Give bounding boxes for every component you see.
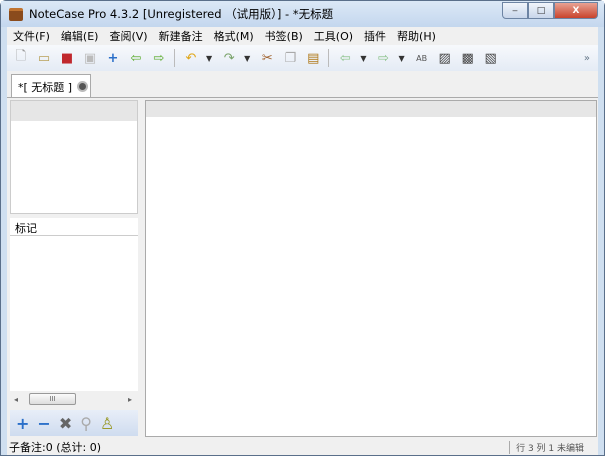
menu-tools[interactable]: 工具(O): [314, 28, 353, 44]
delete-tag-icon[interactable]: ✖: [59, 414, 72, 433]
remove-tag-icon[interactable]: −: [37, 414, 50, 433]
clean-icon[interactable]: ♙: [100, 414, 114, 433]
forward-dropdown-icon[interactable]: ▼: [398, 54, 404, 63]
arrow-right-icon[interactable]: ⇨: [151, 50, 167, 66]
scroll-right-icon[interactable]: ▸: [128, 395, 132, 404]
insert-picture-icon[interactable]: ▩: [460, 50, 476, 66]
minimize-button[interactable]: ‒: [502, 2, 528, 19]
window-title: NoteCase Pro 4.3.2 [Unregistered （试用版）] …: [29, 7, 334, 21]
open-folder-icon[interactable]: ▭: [36, 50, 52, 66]
menu-new-note[interactable]: 新建备注: [159, 28, 203, 44]
back-dropdown-icon[interactable]: ▼: [360, 54, 366, 63]
redo-icon[interactable]: ↷: [221, 50, 237, 66]
title-bar: NoteCase Pro 4.3.2 [Unregistered （试用版）] …: [1, 1, 604, 27]
forward-icon[interactable]: ⇨: [375, 50, 391, 66]
toolbar-separator: [328, 49, 330, 67]
menu-bookmarks[interactable]: 书签(B): [265, 28, 303, 44]
add-tag-icon[interactable]: +: [16, 414, 29, 433]
save-icon[interactable]: ■: [59, 50, 75, 66]
status-position: 行 3 列 1 未编辑: [509, 441, 584, 454]
attachments-icon[interactable]: ▧: [483, 50, 499, 66]
tab-close-icon[interactable]: [77, 81, 89, 92]
menu-edit[interactable]: 编辑(E): [61, 28, 99, 44]
note-editor[interactable]: [145, 100, 597, 437]
paste-icon[interactable]: ▤: [305, 50, 321, 66]
close-button[interactable]: X: [554, 2, 598, 19]
menu-format[interactable]: 格式(M): [214, 28, 254, 44]
tab-label: *[ 无标题 ]: [18, 80, 73, 94]
tags-label: 标记: [10, 218, 138, 236]
maximize-button[interactable]: □: [528, 2, 554, 19]
horizontal-scrollbar[interactable]: ◂ III ▸: [10, 391, 138, 407]
cut-icon[interactable]: ✂: [259, 50, 275, 66]
back-icon[interactable]: ⇦: [337, 50, 353, 66]
undo-dropdown-icon[interactable]: ▼: [206, 54, 212, 63]
add-node-icon[interactable]: +: [105, 50, 121, 66]
copy-icon[interactable]: ❐: [282, 50, 298, 66]
tab-untitled[interactable]: *[ 无标题 ]: [11, 74, 91, 98]
menu-bar: 文件(F) 编辑(E) 查阅(V) 新建备注 格式(M) 书签(B) 工具(O)…: [7, 27, 598, 45]
menu-plugins[interactable]: 插件: [364, 28, 386, 44]
left-pane: 标记 ◂ III ▸ + − ✖ ⚲ ♙: [10, 100, 138, 437]
toolbar-overflow-button[interactable]: »: [584, 53, 590, 64]
menu-view[interactable]: 查阅(V): [109, 28, 147, 44]
search-icon[interactable]: ⚲: [80, 414, 92, 433]
status-bar: 子备注:0 (总计: 0) 行 3 列 1 未编辑: [7, 437, 598, 455]
spellcheck-icon[interactable]: AB: [414, 50, 430, 66]
tag-list[interactable]: [10, 236, 138, 391]
redo-dropdown-icon[interactable]: ▼: [244, 54, 250, 63]
menu-file[interactable]: 文件(F): [13, 28, 50, 44]
status-text: 子备注:0 (总计: 0): [9, 441, 101, 454]
tag-toolbar: + − ✖ ⚲ ♙: [10, 410, 138, 436]
note-properties-icon[interactable]: ▨: [437, 50, 453, 66]
menu-help[interactable]: 帮助(H): [397, 28, 436, 44]
toolbar-separator: [174, 49, 175, 67]
tab-bar: *[ 无标题 ]: [7, 71, 598, 98]
app-window: NoteCase Pro 4.3.2 [Unregistered （试用版）] …: [0, 0, 605, 456]
undo-icon[interactable]: ↶: [183, 50, 199, 66]
main-area: 标记 ◂ III ▸ + − ✖ ⚲ ♙: [7, 97, 598, 437]
save-as-icon[interactable]: ▣: [82, 50, 98, 66]
arrow-left-icon[interactable]: ⇦: [128, 50, 144, 66]
scroll-left-icon[interactable]: ◂: [14, 395, 18, 404]
editor-header: [146, 101, 596, 117]
app-icon: [9, 7, 23, 21]
toolbar: 🗋 ▭ ■ ▣ + ⇦ ⇨ ↶ ▼ ↷ ▼ ✂ ❐ ▤ ⇦ ▼ ⇨ ▼ AB ▨…: [7, 45, 598, 71]
new-document-icon[interactable]: 🗋: [13, 49, 29, 66]
note-tree[interactable]: [10, 100, 138, 214]
scroll-thumb[interactable]: III: [29, 393, 76, 405]
